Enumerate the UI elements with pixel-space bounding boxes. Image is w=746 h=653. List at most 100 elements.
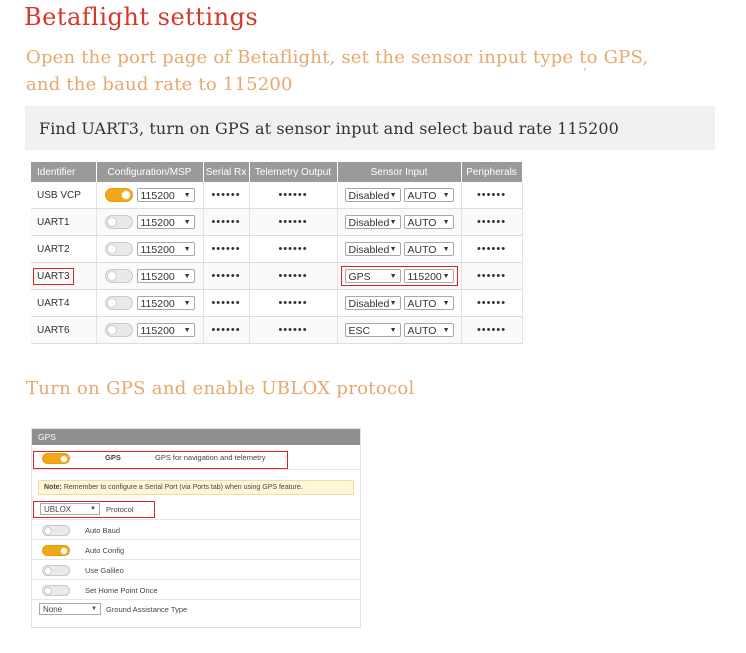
peripherals-cell[interactable]: •••••• (461, 182, 523, 209)
msp-toggle[interactable] (104, 215, 133, 229)
peripherals-cell[interactable]: •••••• (461, 262, 523, 290)
ground-assistance-label: Ground Assistance Type (106, 605, 188, 614)
sensor-input-group: Disabled ▼ AUTO ▼ (342, 186, 457, 204)
msp-baud-select[interactable]: 115200 ▼ (136, 269, 195, 283)
peripherals-value: •••••• (476, 297, 507, 309)
serial-rx-cell[interactable]: •••••• (203, 289, 250, 317)
serial-rx-value: •••••• (211, 324, 241, 336)
chevron-down-icon: ▼ (442, 192, 450, 199)
gps-option-toggle[interactable] (42, 585, 70, 596)
sensor-baud-select[interactable]: AUTO ▼ (403, 296, 454, 310)
sensor-baud-value: 115200 (407, 271, 442, 283)
peripherals-cell[interactable]: •••••• (461, 235, 523, 263)
msp-toggle[interactable] (104, 323, 133, 337)
serial-rx-cell[interactable]: •••••• (203, 262, 250, 290)
sensor-type-value: Disabled (348, 244, 390, 256)
gps-option-row: Auto Baud (32, 520, 360, 540)
telemetry-cell[interactable]: •••••• (249, 316, 338, 344)
msp-toggle[interactable] (104, 269, 133, 283)
intro-line-1: Open the port page of Betaflight, set th… (26, 47, 649, 68)
peripherals-cell[interactable]: •••••• (461, 316, 523, 344)
chevron-down-icon: ▼ (389, 246, 397, 253)
port-identifier-cell: UART2 (31, 235, 97, 263)
gps-option-toggle[interactable] (42, 525, 70, 536)
msp-cell: 115200 ▼ (96, 262, 204, 290)
port-identifier: UART3 (33, 267, 74, 285)
msp-cell: 115200 ▼ (96, 235, 204, 263)
telemetry-value: •••••• (278, 243, 308, 255)
sensor-input-group: Disabled ▼ AUTO ▼ (342, 294, 457, 312)
sensor-baud-select[interactable]: AUTO ▼ (403, 323, 454, 337)
ports-header-row: Identifier Configuration/MSP Serial Rx T… (31, 162, 523, 182)
sensor-input-cell: Disabled ▼ AUTO ▼ (337, 289, 462, 317)
msp-toggle[interactable] (104, 188, 133, 202)
telemetry-cell[interactable]: •••••• (249, 235, 338, 263)
msp-baud-value: 115200 (140, 298, 175, 310)
peripherals-cell[interactable]: •••••• (461, 289, 523, 317)
telemetry-value: •••••• (278, 189, 308, 201)
port-row: UART3 115200 ▼ •••••• •••••• GPS ▼ 115200 ▼ •••••… (31, 262, 523, 290)
gps-panel-header: GPS (32, 429, 360, 445)
ground-assistance-select[interactable]: None ▼ (39, 603, 101, 615)
port-identifier-cell: UART6 (31, 316, 97, 344)
port-row: UART1 115200 ▼ •••••• •••••• Disabled ▼ AUTO ▼ ••… (31, 208, 523, 236)
serial-rx-cell[interactable]: •••••• (203, 208, 250, 236)
telemetry-cell[interactable]: •••••• (249, 262, 338, 290)
peripherals-cell[interactable]: •••••• (461, 208, 523, 236)
telemetry-cell[interactable]: •••••• (249, 289, 338, 317)
gps-option-toggle[interactable] (42, 565, 70, 576)
msp-baud-value: 115200 (140, 217, 175, 229)
chevron-down-icon: ▼ (442, 273, 450, 280)
header-configuration-msp: Configuration/MSP (96, 162, 204, 182)
chevron-down-icon: ▼ (389, 219, 397, 226)
msp-baud-select[interactable]: 115200 ▼ (136, 215, 195, 229)
port-identifier-cell: UART3 (31, 262, 97, 290)
chevron-down-icon: ▼ (389, 327, 397, 334)
msp-toggle[interactable] (104, 296, 133, 310)
gps-note-text: Remember to configure a Serial Port (via… (61, 484, 303, 491)
instruction-text: Find UART3, turn on GPS at sensor input … (39, 119, 619, 138)
msp-baud-value: 115200 (140, 325, 175, 337)
telemetry-value: •••••• (278, 324, 308, 336)
sensor-baud-select[interactable]: AUTO ▼ (403, 242, 454, 256)
telemetry-value: •••••• (278, 297, 308, 309)
sensor-baud-select[interactable]: AUTO ▼ (403, 188, 454, 202)
sensor-baud-value: AUTO (407, 325, 437, 337)
intro-line-2: and the baud rate to 115200 (26, 74, 293, 95)
sensor-type-select[interactable]: Disabled ▼ (344, 296, 401, 310)
sensor-type-select[interactable]: Disabled ▼ (344, 215, 401, 229)
serial-rx-cell[interactable]: •••••• (203, 182, 250, 209)
msp-baud-select[interactable]: 115200 ▼ (136, 296, 195, 310)
port-row: UART4 115200 ▼ •••••• •••••• Disabled ▼ AUTO ▼ ••… (31, 289, 523, 317)
serial-rx-cell[interactable]: •••••• (203, 316, 250, 344)
msp-baud-select[interactable]: 115200 ▼ (136, 242, 195, 256)
peripherals-value: •••••• (476, 243, 507, 255)
sensor-baud-select[interactable]: AUTO ▼ (403, 215, 454, 229)
sensor-type-value: GPS (348, 271, 371, 283)
telemetry-cell[interactable]: •••••• (249, 208, 338, 236)
stray-mark: ’ (583, 66, 587, 79)
header-telemetry-output: Telemetry Output (249, 162, 338, 182)
sensor-type-value: Disabled (348, 217, 390, 229)
sensor-type-select[interactable]: ESC ▼ (344, 323, 401, 337)
msp-baud-select[interactable]: 115200 ▼ (136, 323, 195, 337)
telemetry-cell[interactable]: •••••• (249, 182, 338, 209)
sensor-type-select[interactable]: Disabled ▼ (344, 242, 401, 256)
port-row: USB VCP 115200 ▼ •••••• •••••• Disabled ▼ AUTO ▼… (31, 182, 523, 209)
serial-rx-cell[interactable]: •••••• (203, 235, 250, 263)
gps-note-label: Note: (44, 484, 62, 491)
port-identifier: UART6 (37, 324, 70, 336)
port-identifier-cell: UART1 (31, 208, 97, 236)
gps-option-row: Use Galileo (32, 560, 360, 580)
msp-baud-select[interactable]: 115200 ▼ (136, 188, 195, 202)
gps-note: Note: Remember to configure a Serial Por… (38, 480, 354, 495)
sensor-type-select[interactable]: Disabled ▼ (344, 188, 401, 202)
gps-option-toggle[interactable] (42, 545, 70, 556)
sensor-type-select[interactable]: GPS ▼ (344, 269, 401, 283)
sensor-baud-select[interactable]: 115200 ▼ (403, 269, 454, 283)
gps-option-label: Auto Baud (85, 526, 121, 535)
msp-toggle[interactable] (104, 242, 133, 256)
chevron-down-icon: ▼ (442, 327, 450, 334)
gps-option-label: Set Home Point Once (85, 586, 158, 595)
header-peripherals: Peripherals (461, 162, 523, 182)
